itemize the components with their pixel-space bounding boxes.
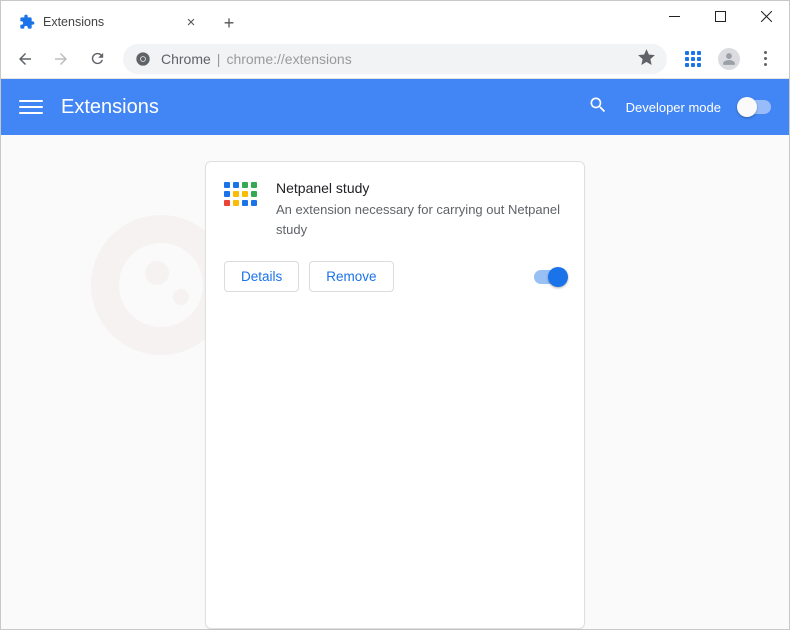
browser-toolbar: Chrome | chrome://extensions xyxy=(1,39,789,79)
search-icon[interactable] xyxy=(588,95,608,120)
window-controls xyxy=(651,1,789,31)
new-tab-button[interactable]: + xyxy=(215,9,243,37)
developer-mode-toggle[interactable] xyxy=(739,100,771,114)
profile-avatar[interactable] xyxy=(713,43,745,75)
extensions-header: Extensions Developer mode xyxy=(1,79,789,135)
close-button[interactable] xyxy=(743,1,789,31)
browser-tab[interactable]: Extensions × xyxy=(9,5,209,39)
content-area: PCrisk.com Netpanel study An extension n… xyxy=(1,135,789,629)
maximize-button[interactable] xyxy=(697,1,743,31)
browser-menu-button[interactable] xyxy=(749,43,781,75)
address-path: chrome://extensions xyxy=(226,51,351,67)
extension-card: Netpanel study An extension necessary fo… xyxy=(205,161,585,629)
menu-icon[interactable] xyxy=(19,95,43,119)
remove-button[interactable]: Remove xyxy=(309,261,393,292)
extension-toggle[interactable] xyxy=(534,270,566,284)
puzzle-icon xyxy=(19,14,35,30)
address-separator: | xyxy=(217,51,221,67)
details-button[interactable]: Details xyxy=(224,261,299,292)
extension-description: An extension necessary for carrying out … xyxy=(276,200,566,239)
extension-icon xyxy=(224,182,260,218)
tab-close-icon[interactable]: × xyxy=(183,14,199,30)
page-title: Extensions xyxy=(61,96,159,119)
tab-title: Extensions xyxy=(43,15,183,29)
back-button[interactable] xyxy=(9,43,41,75)
apps-icon[interactable] xyxy=(677,43,709,75)
extension-name: Netpanel study xyxy=(276,180,566,196)
window-titlebar: Extensions × + xyxy=(1,1,789,39)
forward-button[interactable] xyxy=(45,43,77,75)
minimize-button[interactable] xyxy=(651,1,697,31)
bookmark-star-icon[interactable] xyxy=(638,49,655,69)
chrome-icon xyxy=(135,51,151,67)
address-bar[interactable]: Chrome | chrome://extensions xyxy=(123,44,667,74)
developer-mode-label: Developer mode xyxy=(626,100,721,115)
address-domain: Chrome xyxy=(161,51,211,67)
reload-button[interactable] xyxy=(81,43,113,75)
